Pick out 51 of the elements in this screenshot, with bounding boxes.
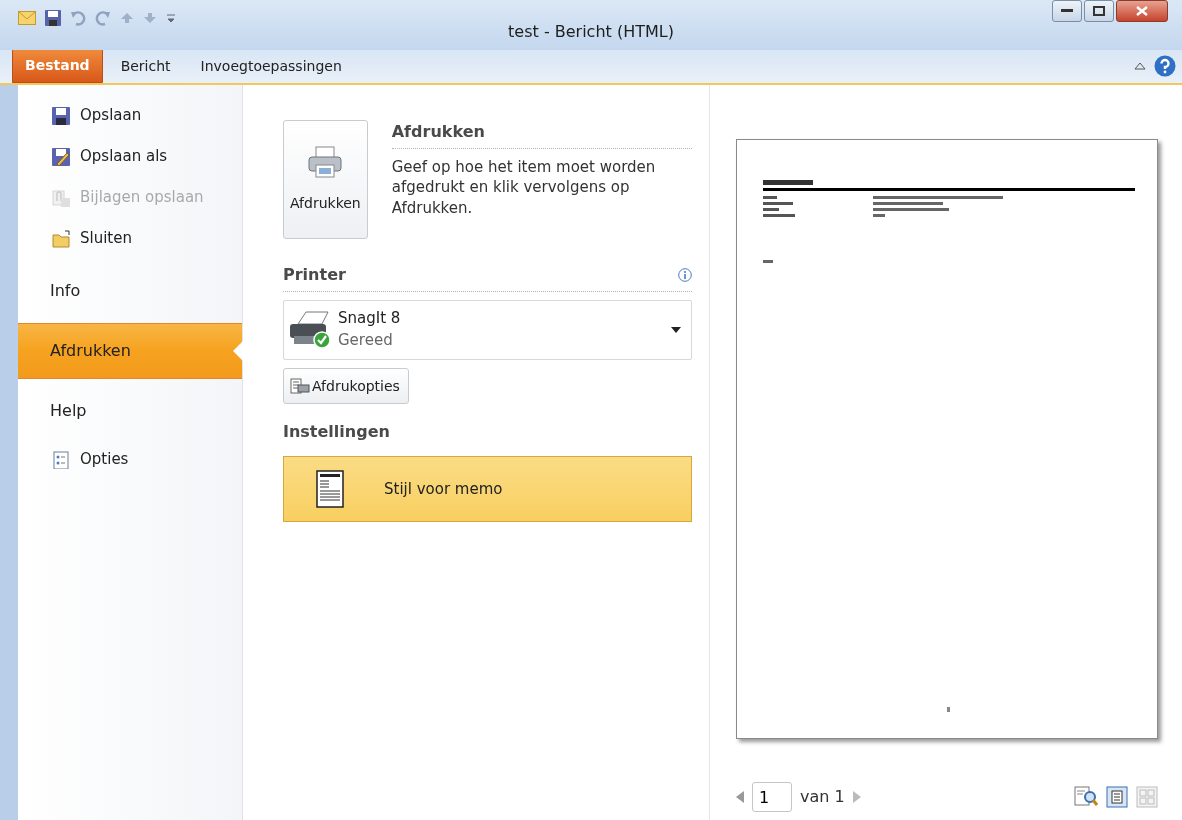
printer-icon xyxy=(288,310,332,350)
section-heading: Afdrukken xyxy=(391,120,692,149)
backstage-menu-item[interactable]: Afdrukken xyxy=(18,323,242,379)
memo-style-dropdown[interactable]: Stijl voor memo xyxy=(283,456,692,522)
fit-page-icon[interactable] xyxy=(1106,786,1128,808)
backstage-menu-item[interactable]: Sluiten xyxy=(18,218,242,259)
ribbon-tab[interactable]: Invoegtoepassingen xyxy=(188,50,354,83)
save-icon xyxy=(52,106,70,125)
print-options-button[interactable]: Afdrukopties xyxy=(283,368,409,404)
window-title: test - Bericht (HTML) xyxy=(508,22,674,41)
redo-icon[interactable] xyxy=(95,10,111,26)
description-text: Geef op hoe het item moet worden afgedrukt en klik vervolgens op Afdrukken. xyxy=(391,157,657,218)
folder-icon xyxy=(52,229,70,248)
section-heading: Printer xyxy=(283,264,346,286)
help-icon[interactable] xyxy=(1154,55,1176,77)
close-icon xyxy=(1136,6,1148,16)
section-heading: Instellingen xyxy=(283,421,391,443)
info-icon[interactable] xyxy=(678,268,692,282)
printer-dropdown[interactable]: SnagIt 8 Gereed xyxy=(283,300,692,360)
print-options-icon xyxy=(290,377,310,395)
previous-page-icon[interactable] xyxy=(736,791,744,803)
envelope-icon[interactable] xyxy=(18,11,36,25)
minimize-icon xyxy=(1061,9,1073,13)
options-icon xyxy=(52,450,70,469)
caret-icon xyxy=(671,327,681,333)
customize-icon[interactable] xyxy=(166,12,176,24)
backstage-menu-item[interactable]: Opslaan xyxy=(18,95,242,136)
save-as-icon xyxy=(52,147,70,166)
print-button[interactable]: Afdrukken xyxy=(283,120,368,239)
close-button[interactable] xyxy=(1116,0,1168,22)
next-page-icon[interactable] xyxy=(852,791,861,803)
page-count-text: van 1 xyxy=(800,786,845,808)
backstage-menu-item[interactable]: Opties xyxy=(18,439,242,480)
undo-icon[interactable] xyxy=(70,10,86,26)
printer-icon xyxy=(308,145,343,179)
page-number-mark xyxy=(946,707,950,712)
save-icon[interactable] xyxy=(45,10,61,26)
maximize-icon xyxy=(1093,6,1105,16)
collapse-ribbon-icon[interactable] xyxy=(1134,61,1146,71)
memo-document-icon xyxy=(316,470,344,508)
minimize-button[interactable] xyxy=(1052,0,1082,22)
maximize-button[interactable] xyxy=(1084,0,1114,22)
up-arrow-icon[interactable] xyxy=(120,12,134,24)
ribbon-tab[interactable]: Bericht xyxy=(108,50,183,83)
page-number-field[interactable]: 1 xyxy=(752,782,792,812)
backstage-menu-item[interactable]: Help xyxy=(18,383,242,439)
backstage-menu-item[interactable]: Info xyxy=(18,263,242,319)
zoom-page-icon[interactable] xyxy=(1074,786,1098,808)
attachment-icon xyxy=(52,188,70,207)
down-arrow-icon[interactable] xyxy=(143,12,157,24)
backstage-menu-item[interactable]: Opslaan als xyxy=(18,136,242,177)
